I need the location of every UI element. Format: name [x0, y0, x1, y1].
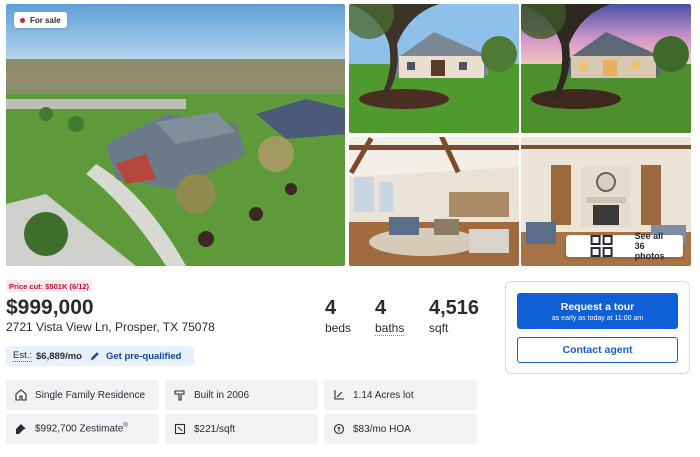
- baths-label[interactable]: baths: [375, 321, 405, 336]
- fact-year-built-text: Built in 2006: [194, 389, 250, 401]
- for-sale-label: For sale: [30, 15, 61, 25]
- hammer-icon: [173, 388, 187, 402]
- price-tag-icon: [173, 422, 187, 436]
- fact-home-type-text: Single Family Residence: [35, 389, 146, 401]
- house-front-day-image: [349, 4, 519, 133]
- house-icon: [14, 388, 28, 402]
- beds-label: beds: [325, 321, 352, 335]
- house-front-dusk-image: [521, 4, 691, 133]
- beds-count: 4: [325, 297, 337, 319]
- main-photo-aerial[interactable]: For sale: [6, 4, 345, 266]
- beds-stat: 4 beds: [325, 297, 351, 337]
- request-tour-label: Request a tour: [560, 300, 635, 313]
- zestimate-icon: [14, 422, 28, 436]
- contact-card: Request a tour as early as today at 11:0…: [505, 281, 690, 374]
- listing-price: $999,000: [6, 296, 94, 319]
- sqft-count: 4,516: [429, 297, 480, 319]
- contact-agent-button[interactable]: Contact agent: [517, 337, 678, 363]
- request-tour-button[interactable]: Request a tour as early as today at 11:0…: [517, 293, 678, 329]
- price-cut-badge: Price cut: $501K (6/12): [6, 280, 93, 292]
- photo-front-exterior-day[interactable]: [349, 4, 519, 133]
- fact-zestimate-text: $992,700 Zestimate®: [35, 423, 128, 435]
- sqft-label: sqft: [429, 321, 449, 335]
- estimate-value: $6,889/mo: [36, 350, 82, 362]
- living-room-image: [349, 137, 519, 266]
- estimate-label[interactable]: Est.:: [13, 350, 33, 362]
- baths-count: 4: [375, 297, 387, 319]
- see-all-photos-label: See all 36 photos: [634, 231, 665, 261]
- fact-zestimate[interactable]: $992,700 Zestimate®: [6, 414, 159, 444]
- fact-lot-size: 1.14 Acres lot: [324, 380, 477, 410]
- fact-hoa-text: $83/mo HOA: [353, 423, 411, 435]
- listing-address: 2721 Vista View Ln, Prosper, TX 75078: [6, 320, 215, 334]
- photo-living-room-beams[interactable]: [349, 137, 519, 266]
- fact-lot-size-text: 1.14 Acres lot: [353, 389, 414, 401]
- fact-price-per-sqft-text: $221/sqft: [194, 423, 236, 435]
- sqft-stat: 4,516 sqft: [429, 297, 479, 337]
- lot-icon: [332, 388, 346, 402]
- for-sale-badge: For sale: [14, 12, 67, 28]
- see-all-photos-button[interactable]: See all 36 photos: [566, 231, 683, 261]
- pencil-icon: [90, 352, 99, 360]
- request-tour-subtitle: as early as today at 11:00 am: [551, 314, 644, 322]
- status-dot-icon: [20, 17, 25, 23]
- hoa-icon: [332, 422, 346, 436]
- baths-stat[interactable]: 4 baths: [375, 297, 405, 337]
- grid-icon: [591, 235, 614, 257]
- aerial-house-image: [6, 4, 345, 266]
- fact-hoa: $83/mo HOA: [324, 414, 477, 444]
- get-pre-qualified-link[interactable]: Get pre-qualified: [106, 351, 181, 362]
- photo-front-exterior-dusk[interactable]: [521, 4, 691, 133]
- fact-price-per-sqft: $221/sqft: [165, 414, 318, 444]
- estimate-pill: Est.: $6,889/mo Get pre-qualified: [6, 346, 194, 366]
- fact-year-built: Built in 2006: [165, 380, 318, 410]
- fact-home-type: Single Family Residence: [6, 380, 159, 410]
- photo-living-room-fireplace[interactable]: See all 36 photos: [521, 137, 691, 266]
